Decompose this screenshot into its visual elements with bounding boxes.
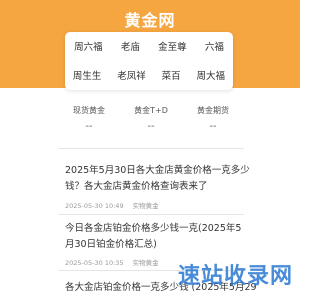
news-item-time: 2025-05-30 10:49 <box>65 202 124 210</box>
price-tab-value: -- <box>147 121 155 132</box>
section-divider <box>58 148 244 149</box>
brand-menu-card: 周六福 老庙 金至尊 六福 周生生 老凤祥 菜百 周大福 <box>65 32 233 90</box>
news-item-category[interactable]: 实物黄金 <box>133 259 159 267</box>
price-tab-label: 黄金T+D <box>134 106 168 115</box>
price-tab-value: -- <box>209 121 217 132</box>
price-tab-gold-td[interactable]: 黄金T+D -- <box>120 105 182 135</box>
price-tab-spot-gold[interactable]: 现货黄金 -- <box>58 105 120 135</box>
news-item-title[interactable]: 2025年5月30日各大金店黄金价格一克多少钱？各大金店黄金价格查询表来了 <box>65 163 250 195</box>
brand-link-zhoudafu[interactable]: 周大福 <box>197 68 226 82</box>
brand-link-liufu[interactable]: 六福 <box>205 39 224 53</box>
price-tab-label: 黄金期货 <box>197 106 229 115</box>
brand-link-laomiao[interactable]: 老庙 <box>121 39 140 53</box>
brand-link-caibai[interactable]: 菜百 <box>162 68 181 82</box>
news-item-category[interactable]: 实物黄金 <box>133 202 159 210</box>
brand-link-zhouliufu[interactable]: 周六福 <box>74 39 103 53</box>
news-item-meta: 2025-05-30 10:49 实物黄金 <box>65 200 159 210</box>
site-logo[interactable]: 黄金网 <box>0 7 300 31</box>
news-item-time: 2025-05-30 10:35 <box>65 259 124 267</box>
brand-link-jinzhizun[interactable]: 金至尊 <box>158 39 187 53</box>
brand-link-laofengxiang[interactable]: 老凤祥 <box>117 68 146 82</box>
news-divider <box>58 214 244 215</box>
gold-price-tabs: 现货黄金 -- 黄金T+D -- 黄金期货 -- <box>58 105 244 135</box>
price-tab-gold-futures[interactable]: 黄金期货 -- <box>182 105 244 135</box>
brand-row-2: 周生生 老凤祥 菜百 周大福 <box>65 61 233 89</box>
news-item-title[interactable]: 今日各金店铂金价格多少钱一克(2025年5月30日铂金价格汇总) <box>65 221 250 253</box>
brand-row-1: 周六福 老庙 金至尊 六福 <box>65 32 233 60</box>
price-tab-value: -- <box>85 121 93 132</box>
price-tab-label: 现货黄金 <box>73 106 105 115</box>
watermark-logo: 速站收录网 <box>178 264 294 289</box>
news-item-meta: 2025-05-30 10:35 实物黄金 <box>65 257 159 267</box>
brand-link-zhoushengsheng[interactable]: 周生生 <box>73 68 102 82</box>
